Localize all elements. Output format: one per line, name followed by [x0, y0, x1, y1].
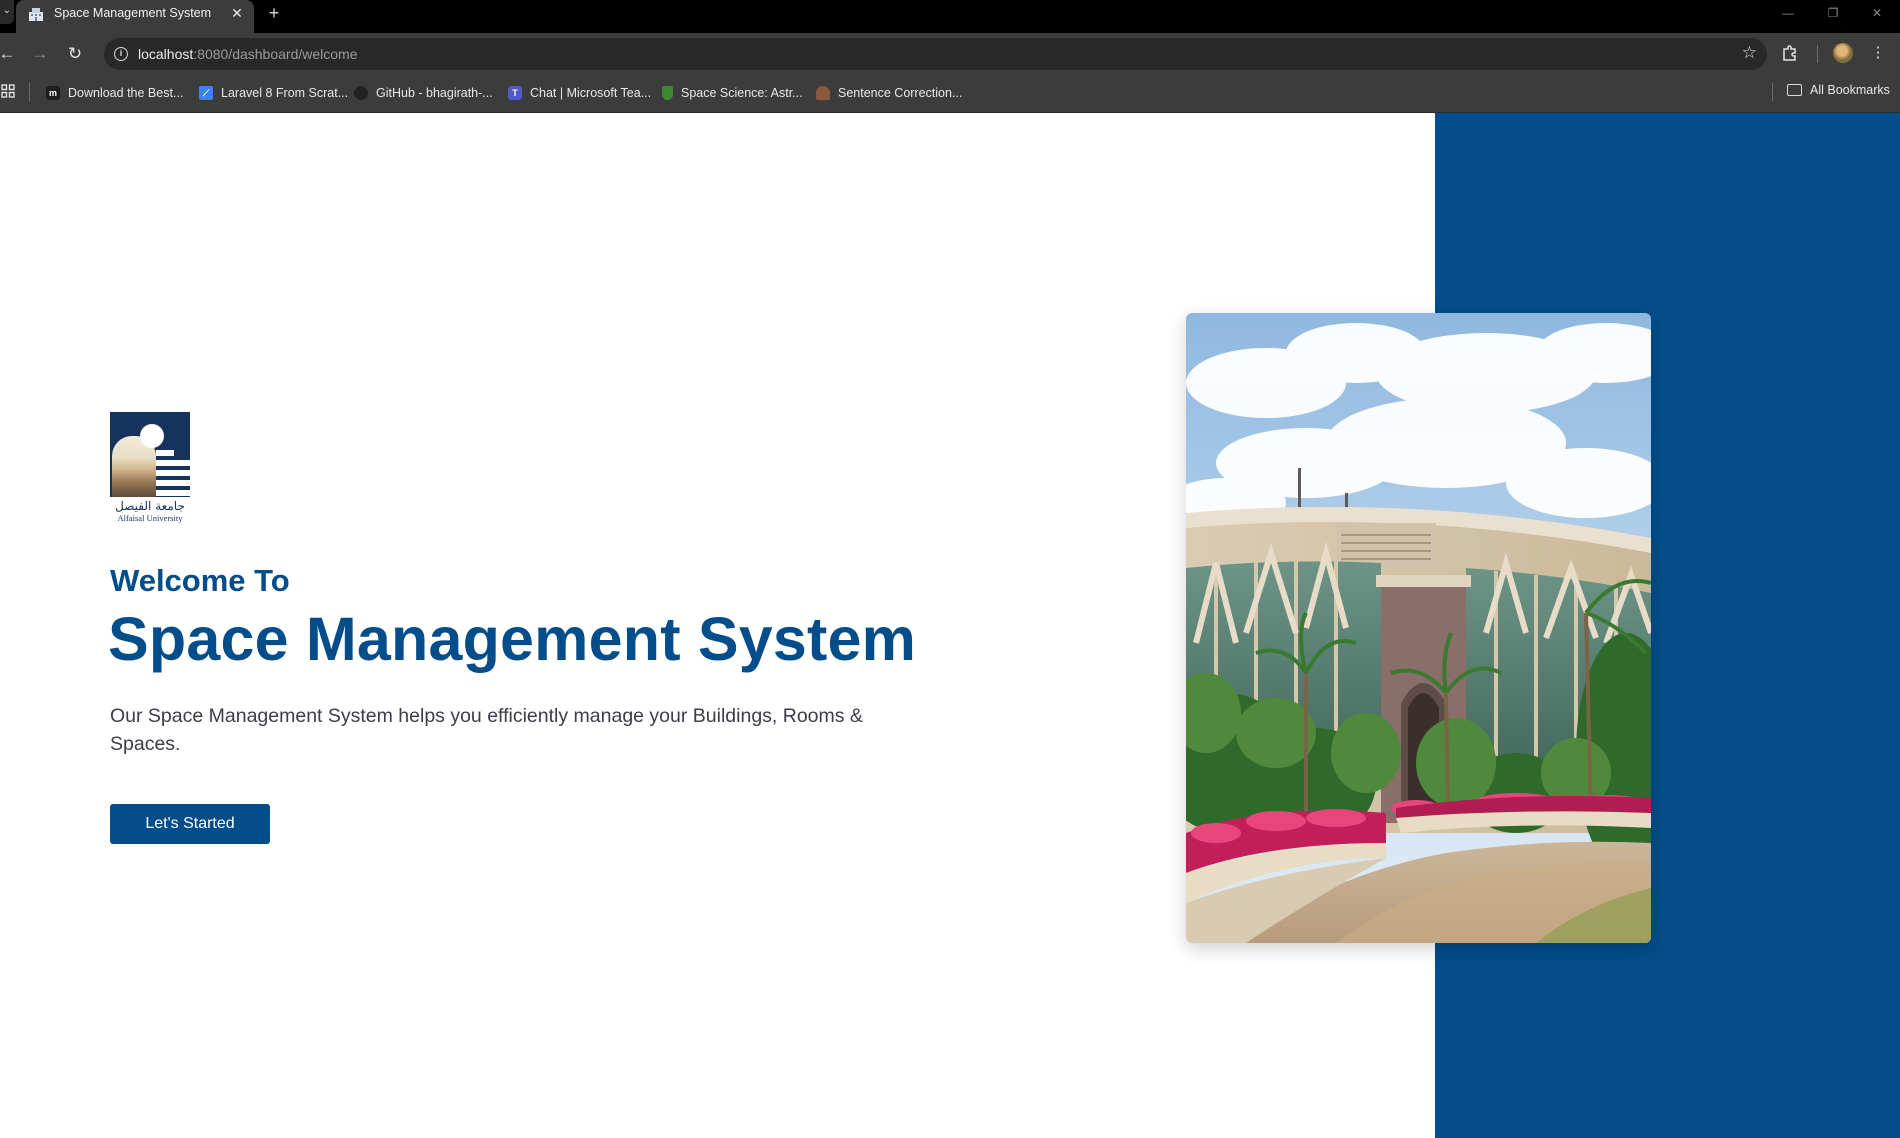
- bookmark-item-sentence[interactable]: Sentence Correction...: [816, 83, 962, 103]
- bookmark-label: Sentence Correction...: [838, 86, 963, 100]
- restore-button[interactable]: ❐: [1813, 2, 1853, 24]
- github-icon: [354, 86, 368, 100]
- bookmark-item-laravel[interactable]: ⟋ Laravel 8 From Scrat...: [199, 83, 348, 103]
- logo-emblem: [110, 412, 190, 497]
- new-tab-button[interactable]: +: [262, 2, 286, 26]
- browser-tab-strip: ⌄ Space Management System ✕ + — ❐ ✕: [0, 0, 1900, 33]
- laravel-icon: ⟋: [199, 86, 213, 100]
- logo-bar: [156, 470, 190, 476]
- back-arrow-icon[interactable]: ←: [0, 43, 18, 65]
- shield-icon: [662, 86, 673, 100]
- logo-bar: [156, 480, 190, 486]
- bookmark-item-download[interactable]: m Download the Best...: [46, 83, 183, 103]
- browser-toolbar: ← → ↻ i localhost:8080/dashboard/welcome…: [0, 33, 1900, 75]
- logo-circle: [140, 424, 164, 448]
- bookmark-star-icon[interactable]: ☆: [1742, 43, 1757, 63]
- forward-arrow-icon[interactable]: →: [29, 43, 51, 65]
- url-text[interactable]: localhost:8080/dashboard/welcome: [138, 46, 358, 62]
- window-close-button[interactable]: ✕: [1857, 2, 1897, 24]
- bookmarks-bar: m Download the Best... ⟋ Laravel 8 From …: [0, 75, 1900, 113]
- welcome-page: جامعة الفيصل Alfaisal University Welcome…: [0, 113, 1900, 1138]
- toolbar-divider: [1817, 45, 1818, 63]
- bookmark-label: Space Science: Astr...: [681, 86, 803, 100]
- active-tab[interactable]: Space Management System ✕: [16, 0, 254, 33]
- all-bookmarks-button[interactable]: All Bookmarks: [1787, 83, 1890, 97]
- address-bar[interactable]: i localhost:8080/dashboard/welcome ☆: [104, 38, 1767, 70]
- university-logo: جامعة الفيصل Alfaisal University: [110, 412, 190, 524]
- tab-search-button[interactable]: ⌄: [0, 0, 14, 24]
- minimize-button[interactable]: —: [1768, 2, 1808, 24]
- bookmarks-divider: [1772, 83, 1773, 101]
- bookmark-label: Laravel 8 From Scrat...: [221, 86, 349, 100]
- folder-icon: [1787, 84, 1802, 96]
- bookmark-item-github[interactable]: GitHub - bhagirath-...: [354, 83, 493, 103]
- logo-bar: [156, 460, 190, 466]
- logo-english-text: Alfaisal University: [117, 513, 183, 523]
- campus-building-photo: [1186, 313, 1651, 943]
- page-title: Space Management System: [108, 605, 917, 673]
- m-icon: m: [46, 86, 60, 100]
- welcome-heading: Welcome To: [110, 563, 290, 598]
- all-bookmarks-label: All Bookmarks: [1810, 83, 1890, 97]
- bookmark-item-teams[interactable]: T Chat | Microsoft Tea...: [508, 83, 651, 103]
- close-tab-icon[interactable]: ✕: [228, 4, 246, 22]
- bookmark-label: GitHub - bhagirath-...: [376, 86, 493, 100]
- building-icon: [29, 8, 43, 21]
- apps-grid-icon[interactable]: [1, 84, 15, 98]
- site-info-icon[interactable]: i: [114, 47, 128, 61]
- bookmark-label: Download the Best...: [68, 86, 184, 100]
- tab-title: Space Management System: [54, 6, 212, 20]
- logo-bar: [156, 490, 190, 496]
- person-icon: [816, 86, 830, 100]
- get-started-button[interactable]: Let's Started: [110, 804, 270, 844]
- url-host: localhost: [138, 46, 194, 62]
- extensions-icon[interactable]: [1778, 41, 1802, 65]
- url-path: :8080/dashboard/welcome: [193, 46, 358, 62]
- hero-description: Our Space Management System helps you ef…: [110, 705, 863, 755]
- teams-icon: T: [508, 86, 522, 100]
- logo-arabic-text: جامعة الفيصل: [115, 499, 185, 513]
- menu-kebab-icon[interactable]: ⋮: [1866, 41, 1890, 65]
- bookmark-item-space-science[interactable]: Space Science: Astr...: [662, 83, 803, 103]
- reload-icon[interactable]: ↻: [64, 43, 86, 65]
- bookmark-label: Chat | Microsoft Tea...: [530, 86, 652, 100]
- logo-bar: [156, 450, 174, 456]
- profile-avatar[interactable]: [1833, 43, 1853, 63]
- bookmarks-divider: [29, 83, 30, 101]
